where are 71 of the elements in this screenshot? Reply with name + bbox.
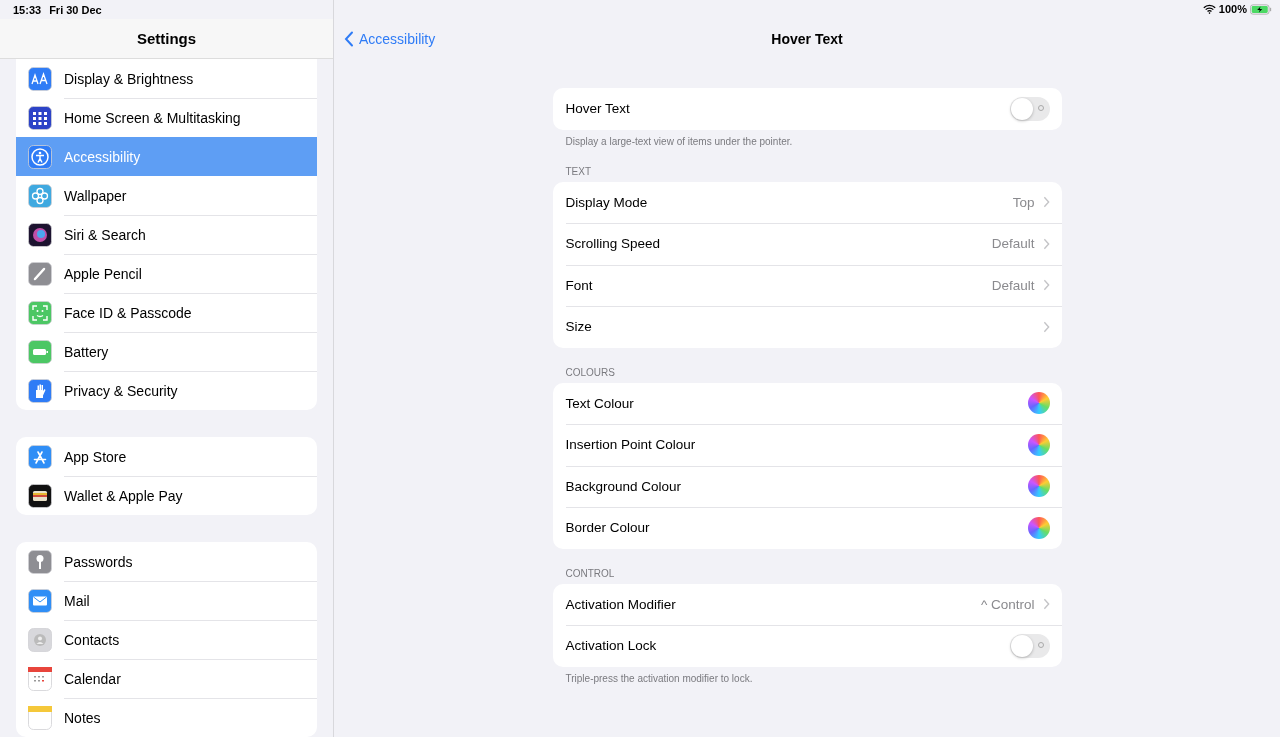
sidebar-item[interactable]: Calendar [16,659,317,698]
row-value: Default [991,236,1035,252]
calendar-icon [28,666,52,691]
page-title: Hover Text [771,31,843,47]
key-icon [28,549,52,574]
app-store-icon [28,444,52,469]
status-time: 15:33 [13,4,42,18]
hand-icon [28,378,52,403]
sidebar-item[interactable]: Wallet & Apple Pay [16,476,317,515]
chevron-icon [1042,320,1050,333]
back-chevron-icon[interactable] [344,31,354,47]
settings-row[interactable]: Font Default [552,264,1062,306]
sidebar-item[interactable]: Mail [16,581,317,620]
sidebar-item[interactable]: Face ID & Passcode [16,293,317,332]
envelope-icon [28,588,52,613]
wallet-icon [28,483,52,508]
sidebar-item[interactable]: Passwords [16,542,317,581]
sidebar-item[interactable]: Siri & Search [16,215,317,254]
status-date: Fri 30 Dec [49,4,102,18]
sidebar-item[interactable]: Wallpaper [16,176,317,215]
sidebar-item[interactable]: Battery [16,332,317,371]
notepad-icon [28,705,52,730]
settings-row[interactable]: Text Colour [552,382,1062,424]
charging-battery-icon [1250,3,1272,15]
row-value: Top [1012,194,1035,210]
accessibility-icon [28,144,52,169]
sidebar-title: Settings [136,29,197,47]
chevron-icon [1042,237,1050,250]
face-scan-icon [28,300,52,325]
sidebar-item[interactable]: Notes [16,698,317,737]
colour-wheel-icon[interactable] [1027,475,1050,498]
battery-percent: 100% [1218,3,1247,15]
chevron-icon [1042,598,1050,611]
back-link[interactable]: Accessibility [344,31,772,47]
chevron-icon [1042,196,1050,209]
section-header: TEXT [564,164,593,179]
section-header: COLOURS [564,365,616,380]
toggle-switch[interactable] [1009,633,1050,658]
settings-row[interactable]: Insertion Point Colour [552,424,1062,466]
pencil-icon [28,261,52,286]
settings-row[interactable]: Scrolling Speed Default [552,223,1062,265]
settings-row[interactable]: Hover Text [552,88,1062,130]
sidebar-item[interactable]: Apple Pencil [16,254,317,293]
wifi-icon [1202,4,1216,14]
sidebar-item[interactable]: Privacy & Security [16,371,317,410]
settings-row[interactable]: Size [552,306,1062,348]
settings-row[interactable]: Border Colour [552,507,1062,549]
colour-wheel-icon[interactable] [1027,516,1050,539]
orb-icon [28,222,52,247]
sidebar-item[interactable]: Display & Brightness [16,59,317,98]
text-size-icon [28,66,52,91]
sidebar-item[interactable]: App Store [16,437,317,476]
section-footer: Display a large-text view of items under the pointer. [552,129,1062,147]
flower-icon [28,183,52,208]
chevron-icon [1042,279,1050,292]
settings-row[interactable]: Display Mode Top [552,181,1062,223]
settings-row[interactable]: Activation Lock [552,625,1062,667]
app-grid-icon [28,105,52,130]
section-header: CONTROL [564,566,616,581]
row-value: ^ Control [980,596,1035,612]
colour-wheel-icon[interactable] [1027,392,1050,415]
settings-row[interactable]: Background Colour [552,465,1062,507]
section-footer: Triple-press the activation modifier to lock. [552,666,1062,684]
battery-icon [28,339,52,364]
row-value: Default [991,277,1035,293]
sidebar-item[interactable]: Home Screen & Multitasking [16,98,317,137]
colour-wheel-icon[interactable] [1027,433,1050,456]
toggle-switch[interactable] [1009,96,1050,121]
sidebar-item[interactable]: Contacts [16,620,317,659]
contact-card-icon [28,627,52,652]
settings-row[interactable]: Activation Modifier ^ Control [552,583,1062,625]
